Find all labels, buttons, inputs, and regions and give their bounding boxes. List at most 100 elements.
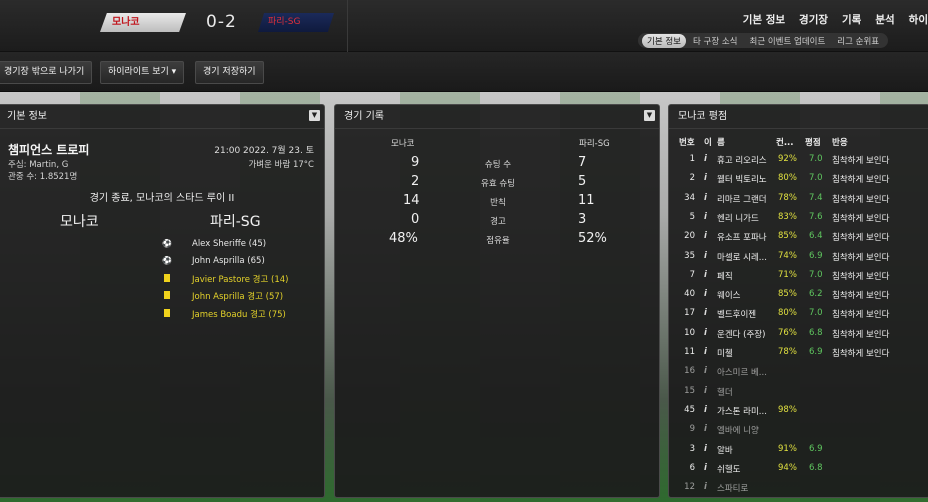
info-icon[interactable]: i <box>704 482 707 492</box>
info-icon[interactable]: i <box>704 405 707 415</box>
player-name[interactable]: 페직 <box>717 270 733 282</box>
player-row[interactable]: 35 i 마셀로 시레... 74% 6.9 침착하게 보인다 <box>669 247 928 266</box>
subnav-league-table[interactable]: 리그 순위표 <box>832 34 884 48</box>
player-name[interactable]: 미첼 <box>717 347 733 359</box>
col-number[interactable]: 번호 <box>679 136 695 148</box>
stats-away-header: 파리-SG <box>579 139 610 149</box>
info-icon[interactable]: i <box>704 386 707 396</box>
player-row[interactable]: 40 i 웨이스 85% 6.2 침착하게 보인다 <box>669 285 928 304</box>
player-name[interactable]: 알바 <box>717 444 733 456</box>
subnav-recent-events[interactable]: 최근 이벤트 업데이트 <box>745 34 831 48</box>
referee: 주심: Martin, G <box>8 160 69 170</box>
nav-more[interactable]: 하이 <box>909 12 928 27</box>
player-name[interactable]: 벨드후이젠 <box>717 308 756 320</box>
info-icon[interactable]: i <box>704 463 707 473</box>
player-name[interactable]: 스파티로 <box>717 482 748 494</box>
player-row[interactable]: 3 i 알바 91% 6.9 <box>669 440 928 459</box>
match-header: 모나코 0-2 파리-SG 기본 정보 경기장 기록 분석 하이 기본 정보 타… <box>0 0 928 52</box>
panel-menu-icon[interactable]: ▼ <box>644 110 655 121</box>
info-icon[interactable]: i <box>704 270 707 280</box>
nav-stadium[interactable]: 경기장 <box>799 12 828 27</box>
player-row[interactable]: 17 i 벨드후이젠 80% 7.0 침착하게 보인다 <box>669 304 928 323</box>
player-name[interactable]: 쉬헬도 <box>717 463 740 475</box>
info-icon[interactable]: i <box>704 212 707 222</box>
player-row[interactable]: 16 i 아스미르 베... <box>669 362 928 381</box>
info-icon[interactable]: i <box>704 366 707 376</box>
nav-analysis[interactable]: 분석 <box>875 12 894 27</box>
info-icon[interactable]: i <box>704 231 707 241</box>
competition-name[interactable]: 챔피언스 트로피 <box>8 141 89 158</box>
player-name[interactable]: 가스톤 라미... <box>717 405 767 417</box>
info-icon[interactable]: i <box>704 251 707 261</box>
info-icon[interactable]: i <box>704 173 707 183</box>
info-icon[interactable]: i <box>704 424 707 434</box>
player-row[interactable]: 34 i 리마르 그랜더 78% 7.4 침착하게 보인다 <box>669 189 928 208</box>
home-team-name[interactable]: 모나코 <box>60 211 99 231</box>
player-row[interactable]: 45 i 가스톤 라미... 98% <box>669 401 928 420</box>
player-rating: 7.0 <box>809 308 823 319</box>
player-name[interactable]: 웰터 빅토리노 <box>717 173 767 185</box>
subnav-basic-info[interactable]: 기본 정보 <box>642 33 686 48</box>
nav-stats[interactable]: 기록 <box>842 12 861 27</box>
info-icon[interactable]: i <box>704 154 707 164</box>
player-reaction: 침착하게 보인다 <box>832 213 890 224</box>
player-name[interactable]: 운겐다 (주장) <box>717 328 765 340</box>
player-name[interactable]: 헨리 니가드 <box>717 212 759 224</box>
scoreboard: 모나코 0-2 파리-SG <box>0 0 348 52</box>
col-reaction[interactable]: 반응 <box>832 136 848 148</box>
player-row[interactable]: 12 i 스파티로 <box>669 478 928 497</box>
stat-label: 반칙 <box>490 198 506 208</box>
nav-basic-info[interactable]: 기본 정보 <box>743 12 785 27</box>
stat-away-value: 11 <box>578 193 595 208</box>
shirt-number: 1 <box>689 154 695 164</box>
player-row[interactable]: 9 i 엘바에 니양 <box>669 420 928 439</box>
away-team-name[interactable]: 파리-SG <box>210 211 261 231</box>
leave-stadium-button[interactable]: 경기장 밖으로 나가기 <box>0 61 93 84</box>
player-name[interactable]: 유소프 포파나 <box>717 231 767 243</box>
player-row[interactable]: 20 i 유소프 포파나 85% 6.4 침착하게 보인다 <box>669 227 928 246</box>
shirt-number: 9 <box>689 424 695 435</box>
info-icon[interactable]: i <box>704 328 707 338</box>
player-row[interactable]: 7 i 페직 71% 7.0 침착하게 보인다 <box>669 266 928 285</box>
col-pass-pct[interactable]: 컨... <box>776 136 794 148</box>
subnav-other-games[interactable]: 타 구장 소식 <box>688 34 743 48</box>
info-icon[interactable]: i <box>704 347 707 357</box>
player-name[interactable]: 리마르 그랜더 <box>717 193 767 205</box>
player-row[interactable]: 6 i 쉬헬도 94% 6.8 <box>669 459 928 478</box>
player-row[interactable]: 2 i 웰터 빅토리노 80% 7.0 침착하게 보인다 <box>669 169 928 188</box>
event-item[interactable]: ⚽ Alex Sheriffe (45) <box>161 235 288 253</box>
info-icon[interactable]: i <box>704 193 707 203</box>
info-icon[interactable]: i <box>704 308 707 318</box>
event-item[interactable]: James Boadu 경고 (75) <box>161 305 288 323</box>
event-item[interactable]: Javier Pastore 경고 (14) <box>161 270 288 288</box>
player-row[interactable]: 11 i 미첼 78% 6.9 침착하게 보인다 <box>669 343 928 362</box>
save-match-button[interactable]: 경기 저장하기 <box>195 61 264 84</box>
player-rating: 6.4 <box>809 231 823 242</box>
player-row[interactable]: 1 i 휴고 리오리스 92% 7.0 침착하게 보인다 <box>669 150 928 169</box>
col-name-b[interactable]: 름 <box>717 136 725 148</box>
shirt-number: 10 <box>684 327 695 338</box>
info-icon[interactable]: i <box>704 289 707 299</box>
away-team-badge[interactable]: 파리-SG <box>258 13 334 32</box>
player-name[interactable]: 헬더 <box>717 386 733 398</box>
player-name[interactable]: 휴고 리오리스 <box>717 154 767 166</box>
player-name[interactable]: 아스미르 베... <box>717 366 767 378</box>
event-item[interactable]: John Asprilla 경고 (57) <box>161 288 288 306</box>
event-item[interactable]: ⚽ John Asprilla (65) <box>161 253 288 271</box>
shirt-number: 35 <box>684 250 695 261</box>
shirt-number: 5 <box>689 211 695 222</box>
player-name[interactable]: 웨이스 <box>717 289 740 301</box>
player-row[interactable]: 10 i 운겐다 (주장) 76% 6.8 침착하게 보인다 <box>669 324 928 343</box>
player-row[interactable]: 5 i 헨리 니가드 83% 7.6 침착하게 보인다 <box>669 208 928 227</box>
col-rating[interactable]: 평점 <box>805 136 821 148</box>
col-name-a[interactable]: 이 <box>704 136 712 148</box>
player-name[interactable]: 엘바에 니양 <box>717 424 759 436</box>
pass-pct: 85% <box>778 231 797 242</box>
panel-menu-icon[interactable]: ▼ <box>309 110 320 121</box>
home-team-badge[interactable]: 모나코 <box>100 13 186 32</box>
info-icon[interactable]: i <box>704 444 707 454</box>
player-row[interactable]: 15 i 헬더 <box>669 382 928 401</box>
player-rating: 6.8 <box>809 327 823 338</box>
highlights-dropdown[interactable]: 하이라이트 보기 ▾ <box>100 61 185 84</box>
player-name[interactable]: 마셀로 시레... <box>717 251 767 263</box>
